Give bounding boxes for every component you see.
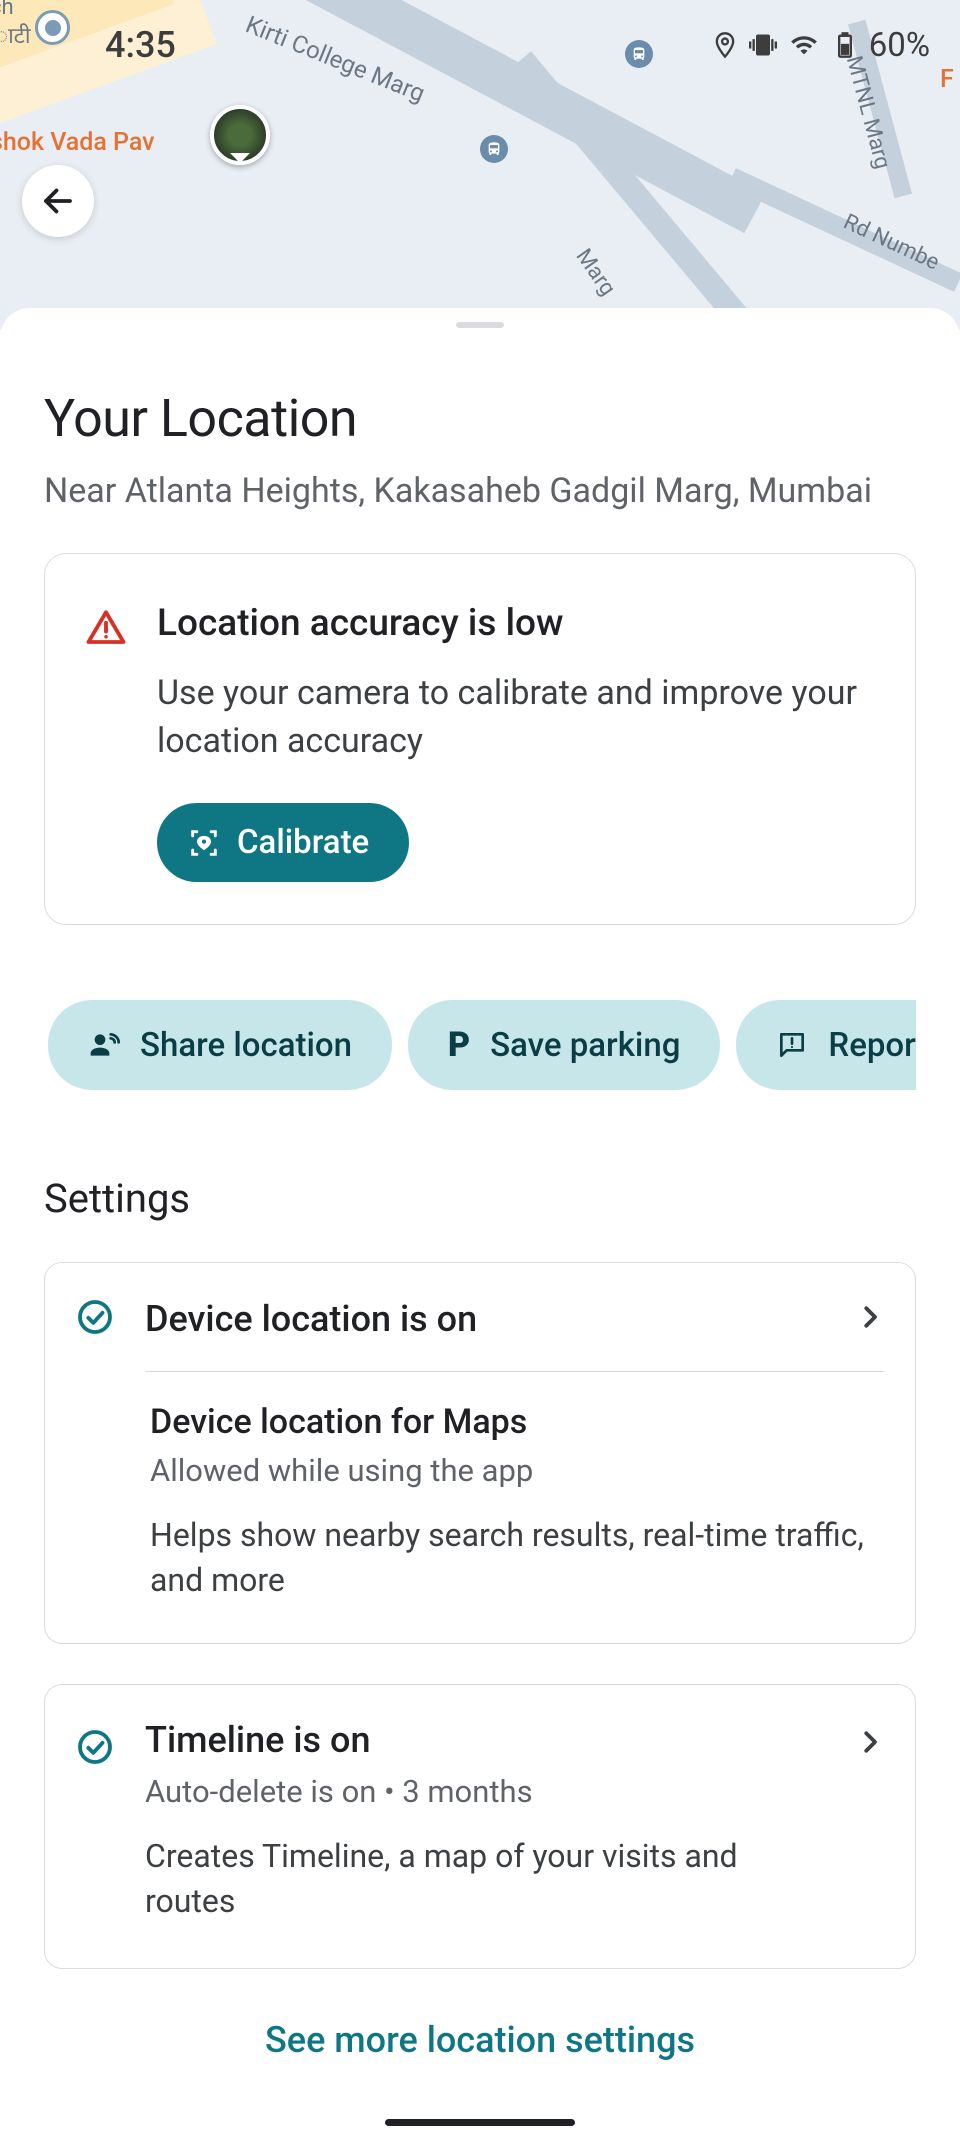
chevron-right-icon <box>855 1727 885 1761</box>
chip-label: Share location <box>140 1026 352 1065</box>
parking-icon: P <box>448 1025 470 1065</box>
settings-heading: Settings <box>44 1175 916 1222</box>
arrow-left-icon <box>40 183 76 219</box>
timeline-status: Auto-delete is on • 3 months <box>145 1773 825 1810</box>
action-chips-row[interactable]: Share location P Save parking Report <box>48 1000 916 1090</box>
device-location-title: Device location is on <box>145 1298 825 1340</box>
calibrate-button-label: Calibrate <box>237 823 369 862</box>
device-location-sub-status: Allowed while using the app <box>150 1452 875 1489</box>
sheet-drag-handle[interactable] <box>456 322 504 328</box>
accuracy-description: Use your camera to calibrate and improve… <box>157 670 875 765</box>
warning-icon <box>85 607 127 882</box>
device-location-card[interactable]: Device location is on Device location fo… <box>44 1262 916 1644</box>
transit-stop-icon[interactable] <box>480 135 508 163</box>
chevron-right-icon <box>855 1302 885 1336</box>
wifi-icon <box>787 31 821 59</box>
battery-percentage: 60% <box>869 26 930 65</box>
status-bar: 4:35 60% <box>0 0 960 90</box>
share-person-icon <box>88 1029 120 1061</box>
timeline-row[interactable]: Timeline is on Auto-delete is on • 3 mon… <box>45 1685 915 1934</box>
calibrate-button[interactable]: Calibrate <box>157 803 409 882</box>
see-more-location-settings[interactable]: See more location settings <box>44 2019 916 2061</box>
map-street-label: Marg <box>571 245 621 301</box>
device-location-row[interactable]: Device location is on <box>45 1263 915 1371</box>
share-location-chip[interactable]: Share location <box>48 1000 392 1090</box>
device-location-sub-title: Device location for Maps <box>150 1402 875 1442</box>
map-poi-label[interactable]: shok Vada Pav <box>0 128 155 157</box>
location-address: Near Atlanta Heights, Kakasaheb Gadgil M… <box>44 471 916 511</box>
device-location-sub-desc: Helps show nearby search results, real-t… <box>150 1513 875 1603</box>
page-title: Your Location <box>44 388 916 449</box>
map-photo-pin[interactable] <box>210 105 270 165</box>
calibrate-icon <box>187 826 221 860</box>
chip-label: Save parking <box>490 1026 680 1065</box>
accuracy-title: Location accuracy is low <box>157 602 875 645</box>
timeline-card[interactable]: Timeline is on Auto-delete is on • 3 mon… <box>44 1684 916 1970</box>
timeline-desc: Creates Timeline, a map of your visits a… <box>145 1834 825 1924</box>
chip-label: Report <box>828 1026 916 1065</box>
nav-bar-handle[interactable] <box>385 2119 575 2126</box>
bottom-sheet[interactable]: Your Location Near Atlanta Heights, Kaka… <box>0 308 960 2142</box>
vibrate-icon <box>749 31 777 59</box>
accuracy-warning-card: Location accuracy is low Use your camera… <box>44 553 916 925</box>
timeline-title: Timeline is on <box>145 1719 825 1761</box>
battery-icon <box>831 31 859 59</box>
status-time: 4:35 <box>105 24 176 66</box>
device-location-sub[interactable]: Device location for Maps Allowed while u… <box>45 1372 915 1643</box>
save-parking-chip[interactable]: P Save parking <box>408 1000 720 1090</box>
check-circle-icon <box>75 1297 115 1341</box>
back-button[interactable] <box>22 165 94 237</box>
location-pin-icon <box>711 31 739 59</box>
check-circle-icon <box>75 1727 115 1771</box>
report-icon <box>776 1029 808 1061</box>
report-chip[interactable]: Report <box>736 1000 916 1090</box>
